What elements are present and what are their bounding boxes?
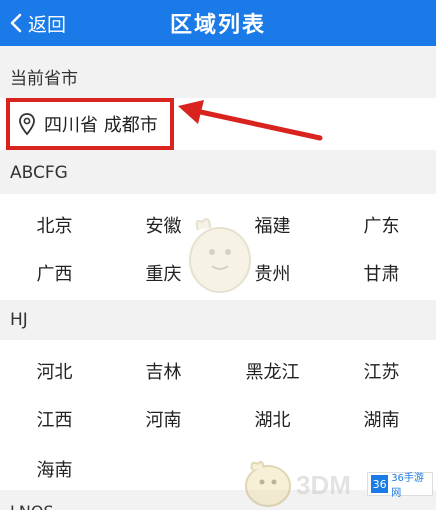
province-item[interactable]: 河南 [109,406,218,432]
current-location-item[interactable]: 四川省 成都市 [6,98,174,150]
site-logo-icon: 36 [371,475,389,493]
location-pin-icon [19,113,35,136]
province-item[interactable]: 河北 [0,358,109,384]
province-item[interactable]: 广西 [0,260,109,286]
province-item[interactable]: 甘肃 [327,260,436,286]
group-title-abcfg: ABCFG [10,163,68,183]
province-item[interactable]: 湖北 [218,406,327,432]
annotation-arrow [178,100,323,141]
brand-watermark: 3DM [240,456,370,508]
province-item[interactable]: 湖南 [327,406,436,432]
province-item[interactable]: 江苏 [327,358,436,384]
group-title-hj: HJ [10,310,28,330]
current-section-title: 当前省市 [10,69,78,89]
mascot-logo-icon [245,460,291,507]
province-item[interactable]: 海南 [0,456,109,482]
site-badge-text: 36手游网 [391,473,424,499]
top-nav-bar: 返回 区域列表 [0,0,436,46]
watermark-text: 3DM [296,470,351,500]
back-button[interactable]: 返回 [10,8,66,38]
site-badge: 36 36手游网 [367,472,433,499]
mascot-watermark-icon [189,218,251,293]
province-item[interactable]: 江西 [0,406,109,432]
back-label: 返回 [28,13,67,36]
province-item[interactable]: 广东 [327,212,436,238]
province-item[interactable]: 黑龙江 [218,358,327,384]
province-item[interactable]: 吉林 [109,358,218,384]
group-title-partial: LNQS [10,502,54,510]
province-grid-hj: 河北 吉林 黑龙江 江苏 江西 河南 湖北 湖南 海南 [0,340,436,490]
chevron-left-icon [10,13,22,33]
current-location-text: 四川省 成都市 [44,115,158,136]
province-item[interactable]: 北京 [0,212,109,238]
